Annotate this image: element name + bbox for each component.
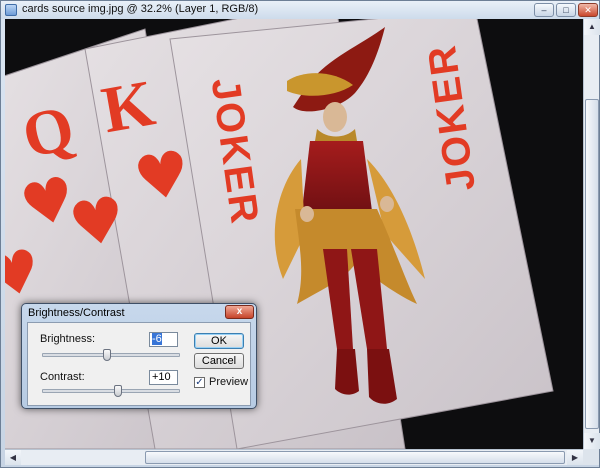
scroll-right-arrow-icon[interactable]: ▶	[567, 450, 583, 465]
resize-grip-icon[interactable]	[583, 449, 599, 465]
preview-checkbox[interactable]: ✓	[194, 377, 205, 388]
contrast-label: Contrast:	[40, 371, 85, 383]
title-bar[interactable]: cards source img.jpg @ 32.2% (Layer 1, R…	[1, 1, 599, 19]
ok-button[interactable]: OK	[194, 333, 244, 349]
document-icon	[5, 4, 17, 16]
preview-label: Preview	[209, 376, 249, 388]
scroll-down-arrow-icon[interactable]: ▼	[584, 433, 600, 449]
horizontal-scroll-thumb[interactable]	[145, 451, 565, 464]
contrast-input[interactable]: +10	[149, 370, 178, 385]
vertical-scroll-thumb[interactable]	[585, 99, 599, 429]
brightness-slider-thumb[interactable]	[102, 349, 111, 361]
brightness-input[interactable]: -6	[149, 332, 178, 347]
dialog-close-button[interactable]: x	[225, 305, 254, 319]
dialog-title: Brightness/Contrast	[28, 307, 125, 319]
brightness-slider-track[interactable]	[42, 353, 180, 357]
maximize-button[interactable]: □	[556, 3, 576, 17]
window-title: cards source img.jpg @ 32.2% (Layer 1, R…	[22, 3, 259, 15]
close-button[interactable]: ✕	[578, 3, 598, 17]
brightness-contrast-dialog: Brightness/Contrast x Brightness: -6 Con…	[21, 303, 257, 409]
horizontal-scrollbar[interactable]: ◀ ▶	[5, 449, 583, 465]
contrast-slider-track[interactable]	[42, 389, 180, 393]
contrast-slider-thumb[interactable]	[113, 385, 122, 397]
brightness-label: Brightness:	[40, 333, 96, 345]
document-window: cards source img.jpg @ 32.2% (Layer 1, R…	[0, 0, 600, 468]
scroll-up-arrow-icon[interactable]: ▲	[584, 19, 600, 35]
scroll-left-arrow-icon[interactable]: ◀	[5, 450, 21, 465]
vertical-scrollbar[interactable]: ▲ ▼	[583, 19, 600, 449]
dialog-body: Brightness: -6 Contrast: +10 OK Cancel ✓…	[27, 322, 251, 406]
minimize-button[interactable]: –	[534, 3, 554, 17]
cancel-button[interactable]: Cancel	[194, 353, 244, 369]
